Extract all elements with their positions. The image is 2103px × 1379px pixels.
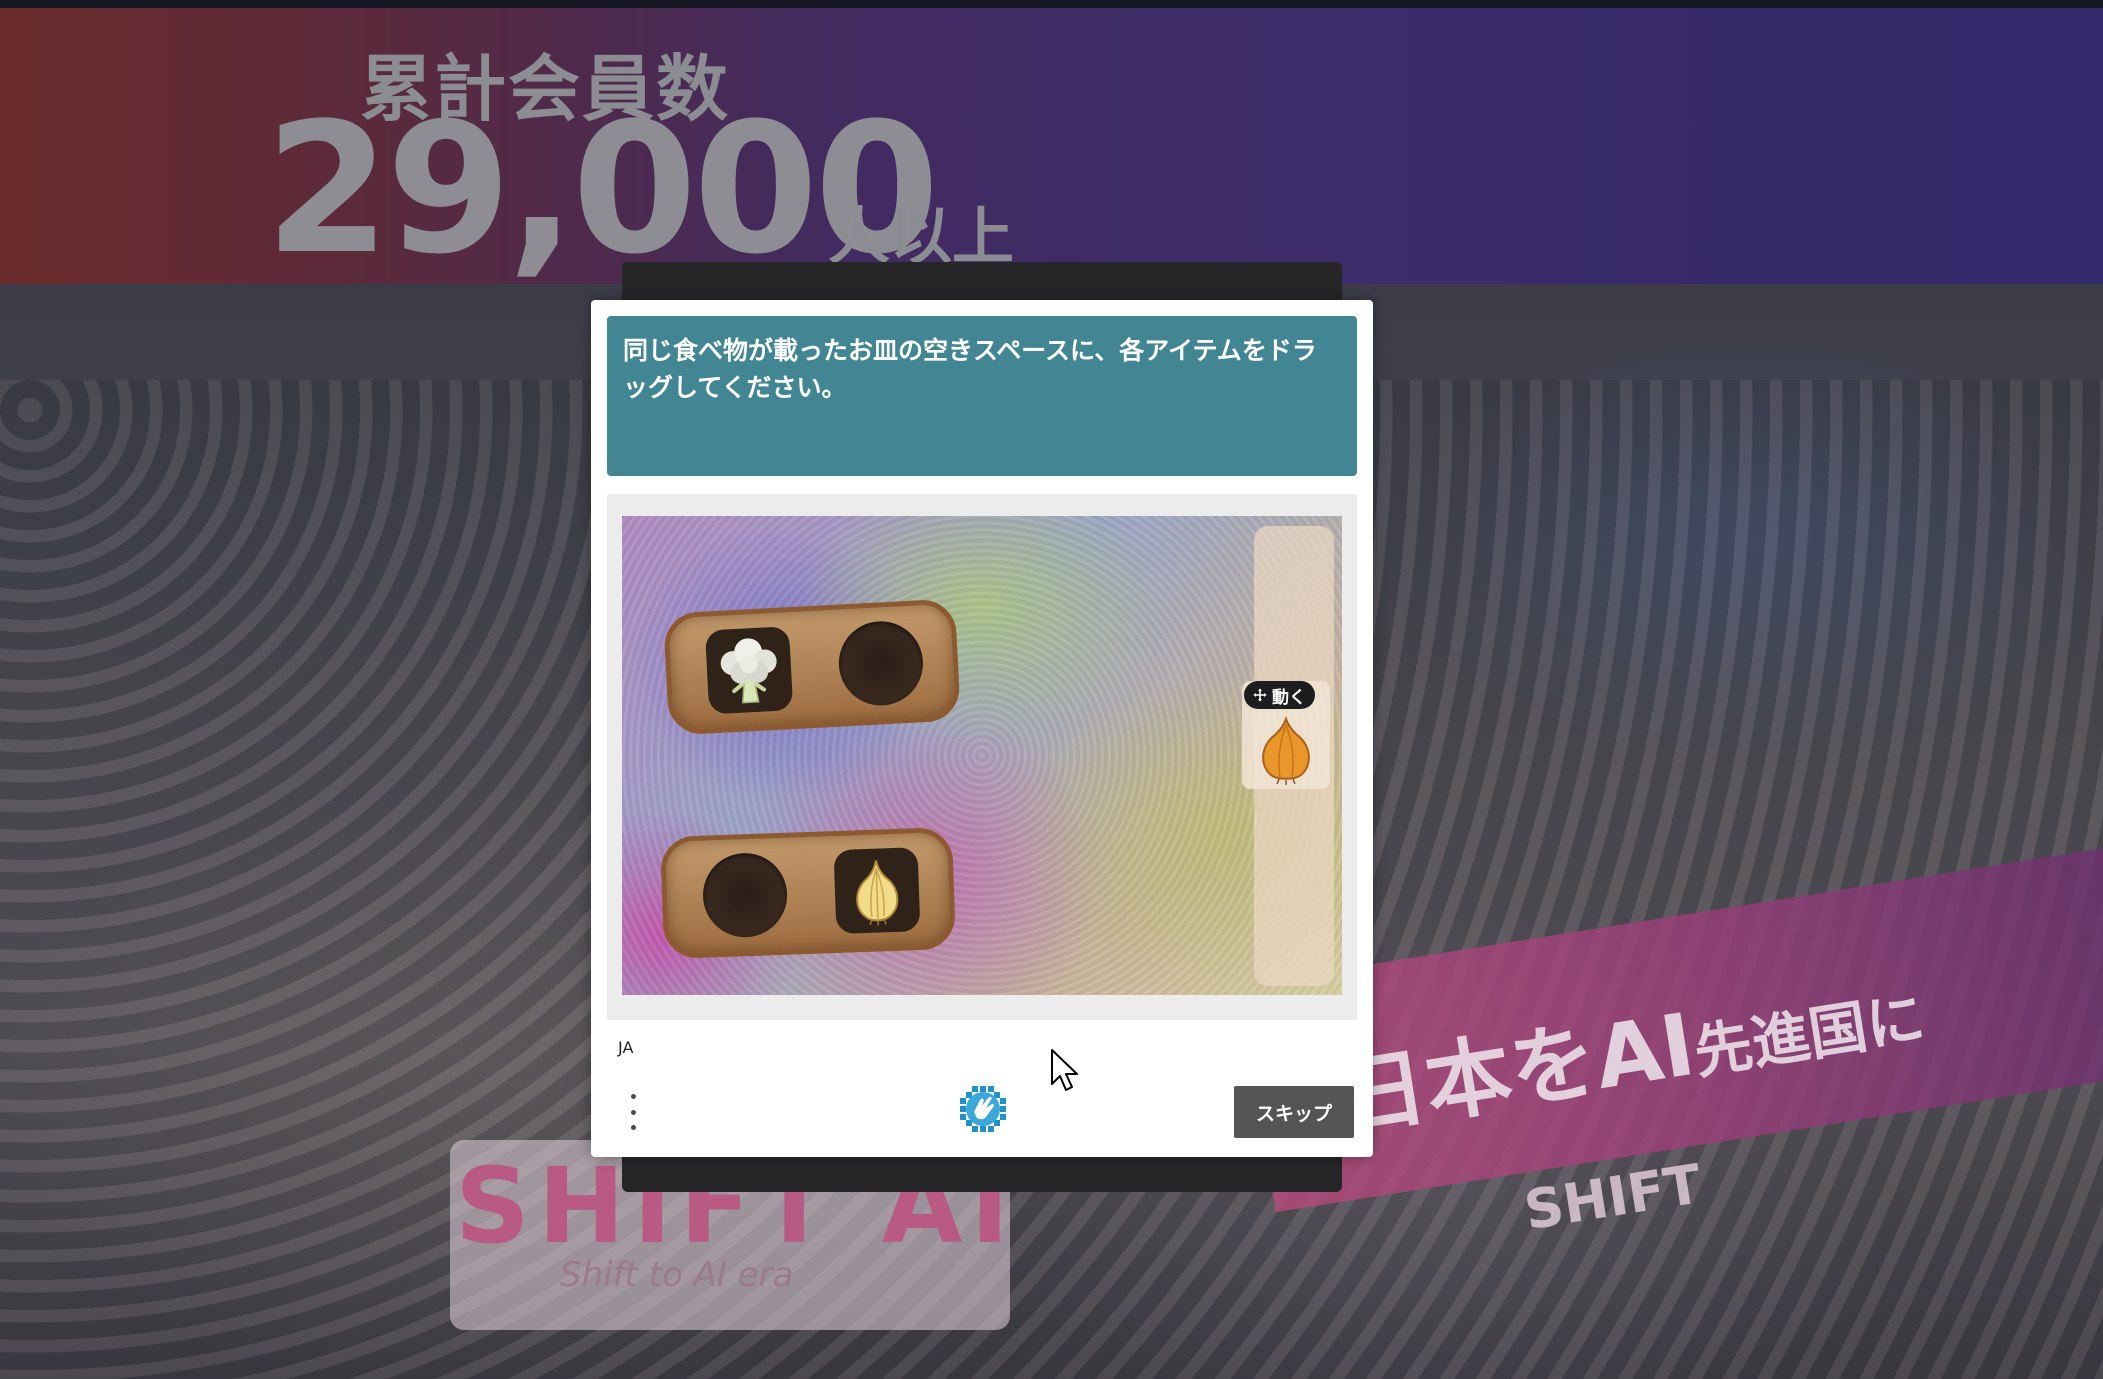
puzzle-area: 動く — [607, 494, 1357, 1020]
draggable-onion[interactable]: 動く — [1242, 681, 1330, 789]
challenge-prompt: 同じ食べ物が載ったお皿の空きスペースに、各アイテムをドラッグしてください。 — [607, 316, 1357, 476]
menu-dot — [630, 1125, 636, 1130]
move-badge: 動く — [1244, 681, 1315, 709]
plate-onion — [659, 826, 957, 960]
onion-icon — [1262, 715, 1310, 785]
top-strip — [0, 0, 2103, 8]
plate-onion-empty-spot[interactable] — [701, 851, 789, 939]
menu-dot — [630, 1094, 636, 1099]
menu-dot — [630, 1109, 636, 1115]
onion-icon — [856, 860, 899, 926]
more-options-button[interactable] — [623, 1090, 643, 1134]
captcha-dialog: 同じ食べ物が載ったお皿の空きスペースに、各アイテムをドラッグしてください。 動く… — [591, 300, 1373, 1157]
puzzle-canvas: 動く — [622, 516, 1342, 995]
skip-button[interactable]: スキップ — [1234, 1086, 1354, 1138]
broccoli-icon — [720, 638, 777, 704]
plate-broccoli-empty-spot[interactable] — [836, 619, 926, 708]
move-badge-label: 動く — [1272, 687, 1306, 708]
sign-subtext: Shift to AI era — [560, 1255, 794, 1295]
plate-broccoli — [663, 598, 961, 736]
mouse-cursor-icon — [1051, 1049, 1078, 1091]
plate-broccoli-filled-slot — [704, 626, 794, 715]
hcaptcha-logo-icon — [960, 1086, 1006, 1132]
move-icon — [1253, 688, 1267, 702]
language-indicator[interactable]: JA — [618, 1038, 633, 1057]
plate-onion-filled-slot — [833, 847, 921, 935]
